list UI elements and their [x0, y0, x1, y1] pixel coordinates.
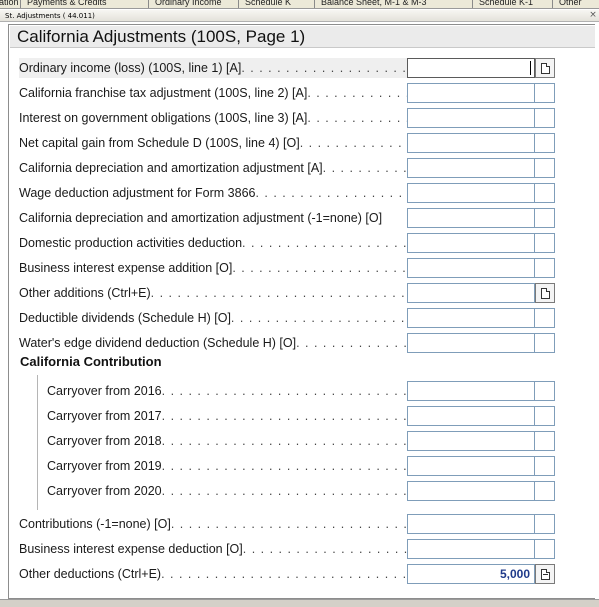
field-side-cell[interactable] — [535, 333, 555, 353]
form-panel: California Adjustments (100S, Page 1) Or… — [8, 24, 595, 599]
carryover-2017-field[interactable] — [407, 406, 535, 426]
interest-government-obligations-field[interactable] — [407, 108, 535, 128]
field-side-cell[interactable] — [535, 208, 555, 228]
row-depreciation-amortization-adjustment: California depreciation and amortization… — [9, 158, 596, 178]
depreciation-amortization-adjustment-field[interactable] — [407, 158, 535, 178]
contributions-field[interactable] — [407, 514, 535, 534]
row-ordinary-income: Ordinary income (loss) (100S, line 1) [A… — [9, 58, 596, 78]
row-business-interest-deduction: Business interest expense deduction [O].… — [9, 539, 596, 559]
form-title: California Adjustments (100S, Page 1) — [10, 26, 595, 48]
row-carryover-2017: Carryover from 2017. . . . . . . . . . .… — [9, 406, 596, 426]
field-side-cell[interactable] — [535, 183, 555, 203]
other-deductions-field[interactable]: 5,000 — [407, 564, 535, 584]
other-additions-field[interactable] — [407, 283, 535, 303]
field-side-cell[interactable] — [535, 83, 555, 103]
row-label: Other additions (Ctrl+E). . . . . . . . … — [19, 286, 413, 300]
row-deductible-dividends: Deductible dividends (Schedule H) [O]. .… — [9, 308, 596, 328]
other-additions-detail-button[interactable] — [535, 283, 555, 303]
tab-other[interactable]: Other — [552, 0, 582, 8]
row-carryover-2018: Carryover from 2018. . . . . . . . . . .… — [9, 431, 596, 451]
ordinary-income-field[interactable] — [407, 58, 535, 78]
field-side-cell[interactable] — [535, 308, 555, 328]
tab-payments-credits[interactable]: Payments & Credits — [20, 0, 107, 8]
field-side-cell[interactable] — [535, 539, 555, 559]
close-icon[interactable]: × — [587, 9, 599, 21]
domestic-production-deduction-field[interactable] — [407, 233, 535, 253]
row-domestic-production-deduction: Domestic production activities deduction… — [9, 233, 596, 253]
window-title: St. Adjustments ( 44.011) — [5, 12, 95, 20]
carryover-2019-field[interactable] — [407, 456, 535, 476]
carryover-2018-field[interactable] — [407, 431, 535, 451]
tab-balance-sheet[interactable]: Balance Sheet, M-1 & M-3 — [314, 0, 427, 8]
row-label: Water's edge dividend deduction (Schedul… — [19, 336, 413, 350]
document-lines-icon — [541, 569, 550, 580]
business-interest-addition-field[interactable] — [407, 258, 535, 278]
row-label: Wage deduction adjustment for Form 3866.… — [19, 186, 413, 200]
carryover-2016-field[interactable] — [407, 381, 535, 401]
other-deductions-detail-button[interactable] — [535, 564, 555, 584]
row-franchise-tax-adjustment: California franchise tax adjustment (100… — [9, 83, 596, 103]
row-label: Interest on government obligations (100S… — [19, 111, 413, 125]
row-label: Ordinary income (loss) (100S, line 1) [A… — [19, 58, 413, 78]
field-side-cell[interactable] — [535, 108, 555, 128]
field-side-cell[interactable] — [535, 481, 555, 501]
row-label: Carryover from 2020. . . . . . . . . . .… — [47, 484, 413, 498]
row-label: Carryover from 2018. . . . . . . . . . .… — [47, 434, 413, 448]
net-capital-gain-field[interactable] — [407, 133, 535, 153]
business-interest-deduction-field[interactable] — [407, 539, 535, 559]
field-side-cell[interactable] — [535, 381, 555, 401]
row-waters-edge-dividend: Water's edge dividend deduction (Schedul… — [9, 333, 596, 353]
row-contributions: Contributions (-1=none) [O]. . . . . . .… — [9, 514, 596, 534]
tab-ordinary-income[interactable]: Ordinary Income — [148, 0, 222, 8]
depreciation-amortization-none-field[interactable] — [407, 208, 535, 228]
row-label: Net capital gain from Schedule D (100S, … — [19, 136, 413, 150]
deductible-dividends-field[interactable] — [407, 308, 535, 328]
row-label: California depreciation and amortization… — [19, 211, 383, 225]
row-interest-government-obligations: Interest on government obligations (100S… — [9, 108, 596, 128]
row-wage-deduction-adjustment: Wage deduction adjustment for Form 3866.… — [9, 183, 596, 203]
waters-edge-dividend-field[interactable] — [407, 333, 535, 353]
field-side-cell[interactable] — [535, 158, 555, 178]
row-label: California franchise tax adjustment (100… — [19, 86, 413, 100]
tab-0[interactable]: ation — [0, 0, 19, 8]
row-other-additions: Other additions (Ctrl+E). . . . . . . . … — [9, 283, 596, 303]
carryover-2020-field[interactable] — [407, 481, 535, 501]
row-depreciation-amortization-none: California depreciation and amortization… — [9, 208, 596, 228]
field-side-cell[interactable] — [535, 431, 555, 451]
row-label: Other deductions (Ctrl+E). . . . . . . .… — [19, 567, 413, 581]
row-carryover-2020: Carryover from 2020. . . . . . . . . . .… — [9, 481, 596, 501]
field-side-cell[interactable] — [535, 133, 555, 153]
row-label: Carryover from 2019. . . . . . . . . . .… — [47, 459, 413, 473]
row-other-deductions: Other deductions (Ctrl+E). . . . . . . .… — [9, 564, 596, 584]
row-label: Domestic production activities deduction… — [19, 236, 413, 250]
document-icon — [541, 288, 550, 299]
tab-schedule-k1[interactable]: Schedule K-1 — [472, 0, 533, 8]
row-label: Business interest expense deduction [O].… — [19, 542, 413, 556]
window-title-bar: St. Adjustments ( 44.011) × — [0, 10, 599, 22]
row-label: Carryover from 2016. . . . . . . . . . .… — [47, 384, 413, 398]
wage-deduction-adjustment-field[interactable] — [407, 183, 535, 203]
field-side-cell[interactable] — [535, 456, 555, 476]
row-net-capital-gain: Net capital gain from Schedule D (100S, … — [9, 133, 596, 153]
row-label: Business interest expense addition [O]. … — [19, 261, 413, 275]
row-label: Carryover from 2017. . . . . . . . . . .… — [47, 409, 413, 423]
row-carryover-2016: Carryover from 2016. . . . . . . . . . .… — [9, 381, 596, 401]
field-side-cell[interactable] — [535, 233, 555, 253]
tab-strip: ation Payments & Credits Ordinary Income… — [0, 0, 599, 9]
ordinary-income-detail-button[interactable] — [535, 58, 555, 78]
row-carryover-2019: Carryover from 2019. . . . . . . . . . .… — [9, 456, 596, 476]
field-side-cell[interactable] — [535, 258, 555, 278]
section-title-california-contribution: California Contribution — [20, 354, 162, 369]
document-icon — [541, 63, 550, 74]
field-side-cell[interactable] — [535, 514, 555, 534]
tab-schedule-k[interactable]: Schedule K — [238, 0, 291, 8]
row-label: Deductible dividends (Schedule H) [O]. .… — [19, 311, 413, 325]
row-label: California depreciation and amortization… — [19, 161, 413, 175]
bottom-scroll-bar[interactable] — [0, 599, 599, 607]
field-side-cell[interactable] — [535, 406, 555, 426]
row-business-interest-addition: Business interest expense addition [O]. … — [9, 258, 596, 278]
row-label: Contributions (-1=none) [O]. . . . . . .… — [19, 517, 413, 531]
franchise-tax-adjustment-field[interactable] — [407, 83, 535, 103]
